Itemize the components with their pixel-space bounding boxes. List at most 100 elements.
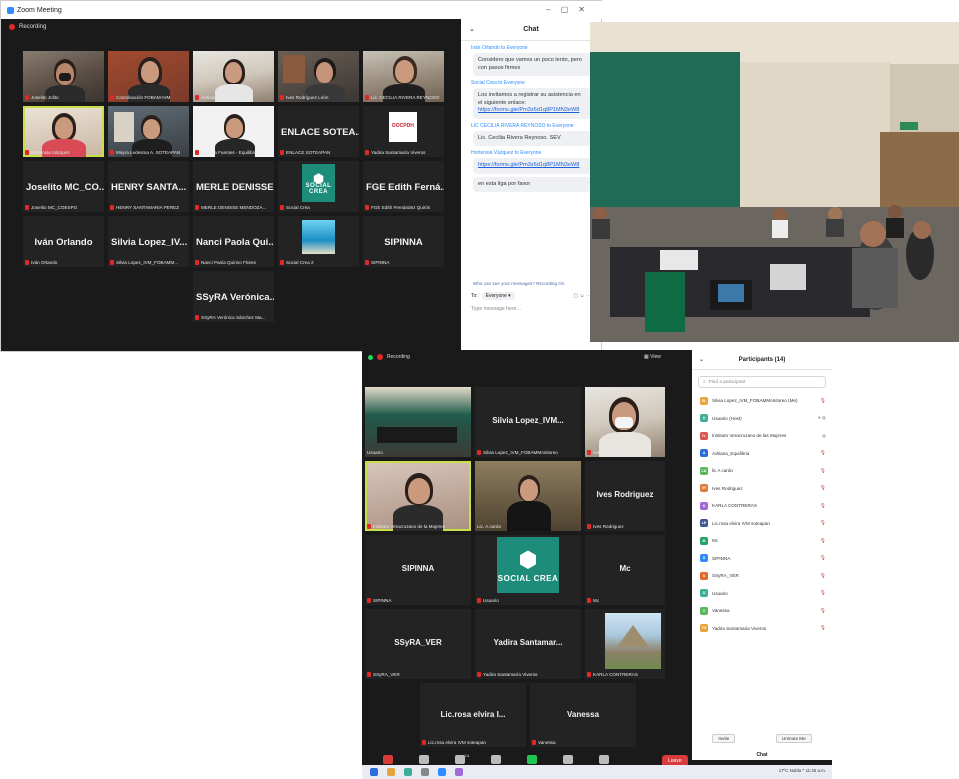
video-tile[interactable]: Iván Orlando Iván Orlando [23,216,104,267]
video-tile[interactable]: DOCPDH Yadira Santamaría Viveros [363,106,444,157]
participant-label: Mc [593,598,600,603]
file-icon[interactable]: ▢ ☺ ⋯ [573,293,591,299]
message-bubble: en esta liga por favor [473,176,591,193]
participant-row[interactable]: SL Silvia Lopez_IVM_FOBAMMonitoreo (Me) 🎙 [692,392,832,410]
smiley-icon [599,755,609,764]
participant-label: ENLACE SOTEAPAN [286,150,331,155]
participant-label: Vanessa [538,740,556,745]
video-tile[interactable]: SSyRA Verónica... SSyRA Verónica Sánchez… [193,271,274,322]
chat-section-header[interactable]: Chat [692,752,832,760]
participant-name: Yadira Santamar... [493,638,563,648]
start-menu-icon[interactable] [370,768,378,776]
video-tile[interactable]: Ives Rodriguez Ives Rodriguez [585,461,665,531]
organization-logo: DOCPDH [389,112,417,142]
muted-mic-icon [383,755,393,764]
unmute-me-button[interactable]: Unmute Me [775,734,812,743]
video-tile[interactable]: Lic. CECILIA RIVERA REYNOSO [363,51,444,102]
video-tile[interactable]: Coordinación FOBAM-IVM [108,51,189,102]
mic-icon: ● ◍ [817,415,826,421]
zoom-taskbar-icon[interactable] [438,768,446,776]
participant-row[interactable]: YS Yadira Santamaria Viveros 🎙 [692,620,832,638]
to-label: To: [471,293,478,299]
video-tile[interactable]: Vanessa Vanessa [530,683,636,747]
participant-row[interactable]: LA lic A cardo 🎙 [692,462,832,480]
chat-footer: Who can see your messages? Recording On … [461,281,601,351]
video-tile[interactable]: Silvia Lopez_IV... Silvia Lopez_IVM_FOBA… [108,216,189,267]
participant-label: Usuario [483,598,499,603]
video-tile[interactable]: Joselito Jolito [23,51,104,102]
chat-bubble-icon [491,755,501,764]
participant-row[interactable]: IV Instituto Veracruzano de las Mujeres ◍ [692,427,832,445]
participant-row[interactable]: S SSyRA_VER 🎙 [692,567,832,585]
video-tile[interactable]: Joselito MC_CO... Joselito MC_COESPO [23,161,104,212]
chevron-down-icon[interactable]: ⌄ [699,356,704,363]
explorer-icon[interactable] [421,768,429,776]
video-camera-icon [419,755,429,764]
video-tile-active-speaker[interactable]: Hortensia Vázquez [23,106,104,157]
message-bubble: https://forms.gle/Pm3z6d1q8P1MN3eW8 [473,158,591,174]
participant-row[interactable]: V Vanessa 🎙 [692,602,832,620]
security-shield-icon[interactable] [368,354,373,360]
participant-label: Hortensia Vázquez [31,150,70,155]
video-tile[interactable]: ENLACE SOTEA... ENLACE SOTEAPAN [278,106,359,157]
participant-label: Lic. CECILIA RIVERA REYNOSO [371,95,440,100]
view-button[interactable]: ▦ View [644,354,661,360]
participant-row[interactable]: A Adriana_Equilibria 🎙 [692,445,832,463]
participant-name: Joselito MC_CO... [26,182,104,194]
invite-button[interactable]: Invite [712,734,736,743]
recipient-dropdown[interactable]: Everyone ▾ [481,292,515,300]
video-tile[interactable]: Social Crea 2 [278,216,359,267]
participant-row[interactable]: IR Ives Rodriguez 🎙 [692,480,832,498]
participant-row[interactable]: K KARLA CONTRERAS 🎙 [692,497,832,515]
app-icon[interactable] [455,768,463,776]
video-tile[interactable]: Usuario [365,387,471,457]
message-link[interactable]: https://forms.gle/Pm3z6d1q8P1MN3eW8 [478,162,586,170]
video-tile[interactable]: Mayra Ledesma A. SOTEAPAN [108,106,189,157]
video-tile[interactable]: Adriana Tecolapa [193,51,274,102]
chevron-down-icon[interactable]: ⌄ [469,25,475,33]
video-tile[interactable]: ⬢ SOCIAL CREA Social Crea [278,161,359,212]
find-participant-input[interactable]: ⌕ Find a participant [698,376,826,388]
video-tile[interactable]: Lic.rosa elvira I... Lic.rosa elvira IVM… [420,683,526,747]
video-tile[interactable]: Mc Mc [585,535,665,605]
video-tile-active-speaker[interactable]: Instituto Veracruzano de la Mujeres [365,461,471,531]
video-tile[interactable]: Ives Rodríguez León [278,51,359,102]
video-tile[interactable]: HENRY SANTA... HENRY SANTAMARIA PEREZ [108,161,189,212]
avatar: SL [700,396,708,405]
video-tile[interactable]: Silvia Lopez_IVM... Silvia Lopez_IVM_FOB… [475,387,581,457]
participant-row[interactable]: S SIPINNA 🎙 [692,550,832,568]
participant-label: Usuario [367,450,383,455]
video-tile[interactable]: Lic. A.cardo [475,461,581,531]
participant-label: SSyRA_VER [373,672,400,677]
participant-row[interactable]: M Mc 🎙 [692,532,832,550]
video-tile[interactable]: MERLE DENISSE... MERLE DENISSE MENDOZA..… [193,161,274,212]
participant-row[interactable]: U Usuario 🎙 [692,585,832,603]
participant-label: Yadira Santamaría Viveros [483,672,538,677]
message-bubble: Considero que vamos un poco lento, pero … [473,53,591,77]
window-controls[interactable]: –▢✕ [546,5,595,14]
video-tile[interactable]: ⬢ SOCIAL CREA Usuario [475,535,581,605]
video-tile[interactable]: Nanci Paola Qui... Nanci Paola Quirino F… [193,216,274,267]
message-link[interactable]: https://forms.gle/Pm3z6d1q8P1MN3eW8 [478,107,586,115]
recording-label: Recording [387,354,410,360]
video-tile[interactable]: FGE Edith Ferná... FGE Edith Fernández Q… [363,161,444,212]
chat-panel: ⌄ Chat Iván Orlando to Everyone Consider… [461,19,601,351]
message-sender: LIC CECILIA RIVERA REYNOSO to Everyone [471,122,574,129]
video-tile[interactable]: Adriana Fuentes - Equilibria [193,106,274,157]
video-tile[interactable]: SIPINNA SIPINNA [363,216,444,267]
video-tile[interactable]: SIPINNA SIPINNA [365,535,471,605]
video-tile[interactable]: SSyRA_VER SSyRA_VER [365,609,471,679]
chat-message-input[interactable]: Type message here... [461,300,601,318]
video-tile[interactable]: Adriana_Equilibria [585,387,665,457]
edge-icon[interactable] [404,768,412,776]
participant-label: SIPINNA [373,598,392,603]
avatar: LE [700,519,708,528]
video-tile[interactable]: Yadira Santamar... Yadira Santamaría Viv… [475,609,581,679]
participant-name: Mc [619,564,631,574]
participant-name: Nanci Paola Qui... [196,237,274,249]
participant-row[interactable]: LE Lic.rosa elvira IVM soteapan 🎙 [692,515,832,533]
participant-row[interactable]: U Usuario (Host) ● ◍ [692,410,832,428]
recording-label: Recording [19,24,47,30]
video-tile[interactable]: KARLA CONTRERAS [585,609,665,679]
chrome-icon[interactable] [387,768,395,776]
